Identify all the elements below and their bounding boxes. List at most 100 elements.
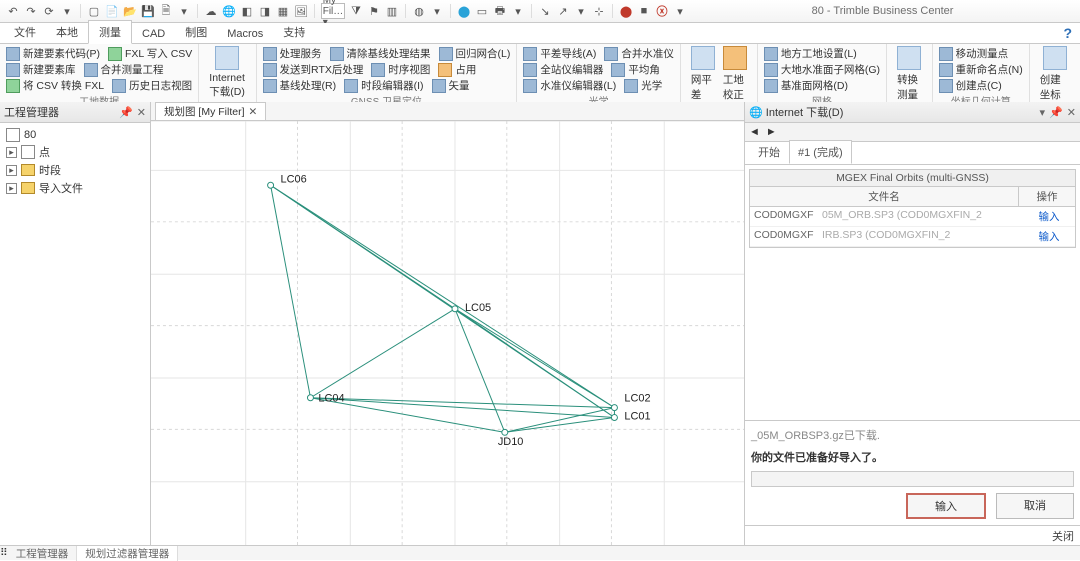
cmd-optics[interactable]: 光学 [624, 78, 662, 93]
expander-icon[interactable]: ▸ [6, 165, 17, 176]
flag-icon[interactable]: ⚑ [367, 4, 381, 18]
tab-file[interactable]: 文件 [4, 21, 46, 43]
tab-survey[interactable]: 测量 [88, 20, 132, 44]
save-icon[interactable]: 💾 [141, 4, 155, 18]
expander-icon[interactable]: ▸ [6, 147, 17, 158]
tree-node-import[interactable]: ▸ 导入文件 [2, 179, 148, 197]
tab-cad[interactable]: CAD [132, 25, 175, 43]
layers-icon[interactable]: ◍ [412, 4, 426, 18]
error-icon[interactable]: ⓧ [655, 4, 669, 18]
dd2-icon[interactable]: ▾ [511, 4, 525, 18]
cloud-icon[interactable]: ☁ [204, 4, 218, 18]
tab-draw[interactable]: 制图 [175, 21, 217, 43]
status-tab-explorer[interactable]: 工程管理器 [8, 546, 78, 561]
cancel-button[interactable]: 取消 [996, 493, 1074, 519]
cmd-csv-fxl[interactable]: 将 CSV 转换 FXL [6, 78, 104, 93]
dropdown-icon[interactable]: ▾ [1040, 106, 1046, 119]
print-icon[interactable]: 🖶 [493, 4, 507, 18]
cmd-fxl-csv[interactable]: FXL 写入 CSV [108, 46, 192, 61]
cmd-send-rtx[interactable]: 发送到RTX后处理 [263, 62, 364, 77]
cmd-clear-baseline[interactable]: 清除基线处理结果 [330, 46, 431, 61]
cmd-new-feature-lib[interactable]: 新建要素库 [6, 62, 76, 77]
globe-icon[interactable]: 🌐 [222, 4, 236, 18]
dock-tab-start[interactable]: 开始 [749, 140, 789, 164]
dl-ready-msg: 你的文件已准备好导入了。 [751, 449, 1074, 465]
down-icon[interactable]: ▾ [177, 4, 191, 18]
snap-icon[interactable]: ⊹ [592, 4, 606, 18]
expander-icon[interactable]: ▸ [6, 183, 17, 194]
cmd-history-log[interactable]: 历史日志视图 [112, 78, 192, 93]
doc-tab-planview[interactable]: 规划图 [My Filter] ✕ [155, 102, 266, 120]
dock-tab-done[interactable]: #1 (完成) [789, 140, 852, 164]
saveall-icon[interactable]: 🗎 [159, 4, 173, 18]
new-icon[interactable]: ▢ [87, 4, 101, 18]
cube3-icon[interactable]: ▦ [276, 4, 290, 18]
tab-macros[interactable]: Macros [217, 25, 273, 43]
funnel-icon[interactable]: ⧩ [349, 4, 363, 18]
tree-node-points[interactable]: ▸ 点 [2, 143, 148, 161]
cmd-local-site[interactable]: 地方工地设置(L) [764, 46, 857, 61]
tab-local[interactable]: 本地 [46, 21, 88, 43]
row-import-link[interactable]: 输入 [1039, 231, 1060, 243]
image-icon[interactable]: 🖼 [294, 4, 308, 18]
tab-close-icon[interactable]: ✕ [249, 106, 258, 118]
cmd-session-editor[interactable]: 时段编辑器(I) [344, 78, 423, 93]
cmd-merge-level[interactable]: 合并水准仪 [604, 46, 674, 61]
pin-icon[interactable]: 📌 [119, 106, 133, 119]
cmd-geoid-grid[interactable]: 大地水准面子网格(G) [764, 62, 880, 77]
fwd-icon[interactable]: ► [766, 126, 777, 138]
cmd-totalstation-editor[interactable]: 全站仪编辑器 [523, 62, 603, 77]
dd-icon[interactable]: ▾ [430, 4, 444, 18]
filter-combo[interactable]: My Fil…▾ [321, 3, 345, 19]
cmd-adjust-traverse[interactable]: 平差导线(A) [523, 46, 596, 61]
cube2-icon[interactable]: ◨ [258, 4, 272, 18]
pin-icon[interactable]: 📌 [1049, 106, 1063, 119]
close-link[interactable]: 关闭 [1052, 528, 1074, 544]
open-icon[interactable]: 📂 [123, 4, 137, 18]
new-doc-icon[interactable]: 📄 [105, 4, 119, 18]
cmd-proc-service[interactable]: 处理服务 [263, 46, 322, 61]
cmd-return-net[interactable]: 回归网合(L) [439, 46, 511, 61]
cmd-timeseries[interactable]: 时序视图 [371, 62, 430, 77]
dd3-icon[interactable]: ▾ [574, 4, 588, 18]
cmd-move-point[interactable]: 移动测量点 [939, 46, 1009, 61]
grid-icon[interactable]: ▥ [385, 4, 399, 18]
circle-icon[interactable]: ⬤ [457, 4, 471, 18]
pick1-icon[interactable]: ↘ [538, 4, 552, 18]
cmd-avg-angle[interactable]: 平均角 [611, 62, 660, 77]
tooltray1-icon[interactable]: ▭ [475, 4, 489, 18]
refresh-icon[interactable]: ⟳ [42, 4, 56, 18]
cmd-merge-survey[interactable]: 合并测量工程 [84, 62, 164, 77]
tree-node-sessions[interactable]: ▸ 时段 [2, 161, 148, 179]
cmd-datum-grid[interactable]: 基准面网格(D) [764, 78, 848, 93]
cmd-baseline-proc[interactable]: 基线处理(R) [263, 78, 337, 93]
stop-icon[interactable]: ■ [637, 4, 651, 18]
cmd-rename-point[interactable]: 重新命名点(N) [939, 62, 1023, 77]
collapse-icon[interactable]: ▾ [60, 4, 74, 18]
tab-support[interactable]: 支持 [273, 21, 315, 43]
row-import-link[interactable]: 输入 [1039, 211, 1060, 223]
tree-node-root[interactable]: 80 [2, 127, 148, 143]
download-row[interactable]: COD0MGXF 05M_ORB.SP3 (COD0MGXFIN_2 输入 [750, 207, 1075, 227]
cmd-new-feature-code[interactable]: 新建要素代码(P) [6, 46, 100, 61]
cmd-vector[interactable]: 矢量 [432, 78, 470, 93]
back-icon[interactable]: ◄ [749, 126, 760, 138]
undo-icon[interactable]: ↶ [6, 4, 20, 18]
cmd-create-point[interactable]: 创建点(C) [939, 78, 1002, 93]
project-tree[interactable]: 80 ▸ 点 ▸ 时段 ▸ 导入文件 [0, 123, 150, 546]
close-icon[interactable]: ✕ [1067, 106, 1076, 119]
close-icon[interactable]: ✕ [137, 106, 146, 119]
redo-icon[interactable]: ↷ [24, 4, 38, 18]
download-row[interactable]: COD0MGXF IRB.SP3 (COD0MGXFIN_2 输入 [750, 227, 1075, 247]
record-icon[interactable]: ⬤ [619, 4, 633, 18]
canvas[interactable]: LC06 LC05 LC04 LC02 LC01 JD10 [151, 121, 744, 546]
pick2-icon[interactable]: ↗ [556, 4, 570, 18]
cmd-level-editor[interactable]: 水准仪编辑器(L) [523, 78, 616, 93]
cmd-occupy[interactable]: 占用 [438, 62, 476, 77]
import-button[interactable]: 输入 [906, 493, 986, 519]
cube1-icon[interactable]: ◧ [240, 4, 254, 18]
cmd-internet-download[interactable]: Internet 下载(D) [205, 46, 249, 99]
dd4-icon[interactable]: ▾ [673, 4, 687, 18]
help-icon[interactable]: ? [1063, 25, 1072, 41]
status-tab-filter[interactable]: 规划过滤器管理器 [77, 546, 178, 561]
